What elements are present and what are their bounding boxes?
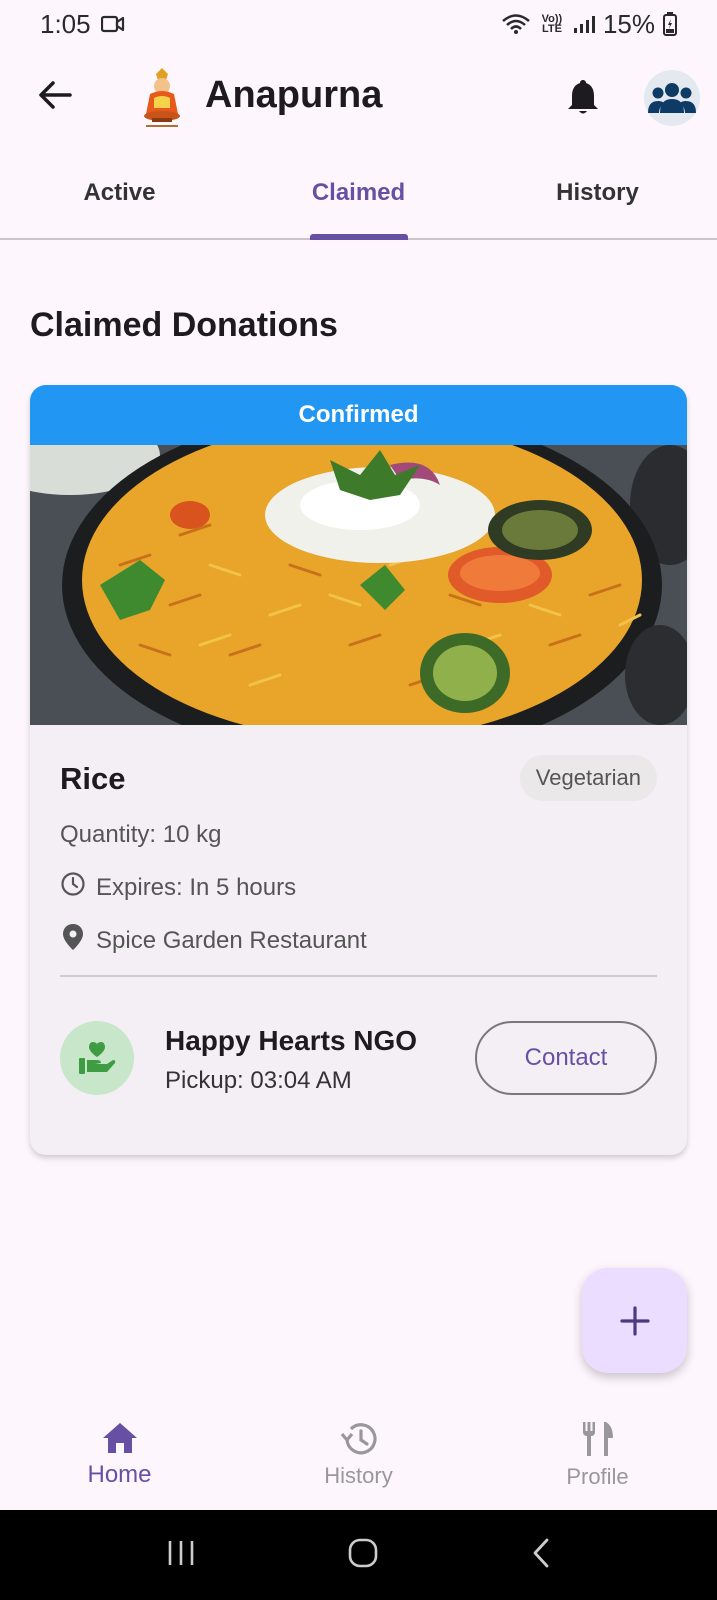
expiry-row: Expires: In 5 hours <box>60 871 296 904</box>
back-system-button[interactable] <box>530 1537 552 1574</box>
fork-knife-icon <box>582 1422 613 1456</box>
wifi-icon <box>501 13 531 35</box>
battery-percent: 15% <box>602 8 655 39</box>
community-button[interactable] <box>644 70 700 126</box>
card-divider <box>60 975 657 977</box>
home-system-button[interactable] <box>347 1537 379 1574</box>
system-navigation-bar <box>0 1510 717 1600</box>
recent-apps-icon <box>168 1540 193 1565</box>
volunteer-hand-heart-icon <box>79 1042 116 1074</box>
location-text: Spice Garden Restaurant <box>96 926 367 954</box>
plus-icon <box>619 1305 650 1336</box>
home-circle-icon <box>348 1538 377 1567</box>
notifications-button[interactable] <box>560 72 606 122</box>
nav-home[interactable]: Home <box>0 1400 239 1510</box>
group-icon <box>648 83 696 113</box>
tab-bar: Active Claimed History <box>0 148 717 240</box>
status-bar: 1:05 Vo)) LTE 15% <box>0 0 717 48</box>
location-pin-icon <box>60 923 86 958</box>
app-logo <box>136 68 188 130</box>
ngo-name: Happy Hearts NGO <box>165 1025 418 1056</box>
volte-label: Vo)) LTE <box>541 13 563 35</box>
tab-active-label: Active <box>83 179 156 206</box>
battery-icon <box>663 12 677 36</box>
nav-profile[interactable]: Profile <box>478 1400 717 1510</box>
quantity-row: Quantity: 10 kg <box>60 821 221 849</box>
volte-icon: Vo)) LTE <box>539 13 565 35</box>
expiry-text: Expires: In 5 hours <box>96 873 297 901</box>
bottom-navigation: Home History Profile <box>0 1400 717 1510</box>
status-right: Vo)) LTE 15% <box>501 9 677 40</box>
app-bar: Anapurna <box>0 48 717 148</box>
signal-icon <box>573 14 595 34</box>
page-title: Claimed Donations <box>30 306 338 344</box>
nav-profile-label: Profile <box>566 1464 629 1489</box>
tab-history[interactable]: History <box>478 148 717 238</box>
tab-claimed[interactable]: Claimed <box>239 148 478 240</box>
diet-tag: Vegetarian <box>519 755 657 801</box>
tab-claimed-label: Claimed <box>311 179 406 206</box>
ngo-avatar <box>60 1021 134 1095</box>
clock-icon <box>60 871 86 904</box>
food-name: Rice <box>60 761 126 796</box>
home-icon <box>102 1423 137 1453</box>
location-row: Spice Garden Restaurant <box>60 923 367 958</box>
add-donation-fab[interactable] <box>582 1268 687 1373</box>
tab-indicator <box>309 234 408 240</box>
chevron-left-icon <box>533 1538 548 1567</box>
video-camera-icon <box>100 15 125 33</box>
history-icon <box>340 1423 377 1455</box>
status-left: 1:05 <box>40 9 125 40</box>
nav-history[interactable]: History <box>239 1400 478 1510</box>
bell-icon <box>568 80 598 114</box>
back-button[interactable] <box>30 70 80 120</box>
food-image <box>30 445 687 725</box>
arrow-left-icon <box>39 81 72 109</box>
tab-active[interactable]: Active <box>0 148 239 238</box>
contact-button[interactable]: Contact <box>475 1021 657 1095</box>
donation-card[interactable]: Confirmed Rice Vegetarian Quantity: 10 k <box>30 385 687 1155</box>
tab-history-label: History <box>556 179 639 206</box>
app-title: Anapurna <box>205 74 383 116</box>
nav-history-label: History <box>324 1463 393 1488</box>
nav-home-label: Home <box>87 1461 152 1488</box>
status-time: 1:05 <box>40 8 91 39</box>
status-banner: Confirmed <box>30 385 687 445</box>
recent-apps-button[interactable] <box>166 1539 196 1572</box>
pickup-time: Pickup: 03:04 AM <box>165 1067 352 1094</box>
quantity-text: Quantity: 10 kg <box>60 821 222 848</box>
